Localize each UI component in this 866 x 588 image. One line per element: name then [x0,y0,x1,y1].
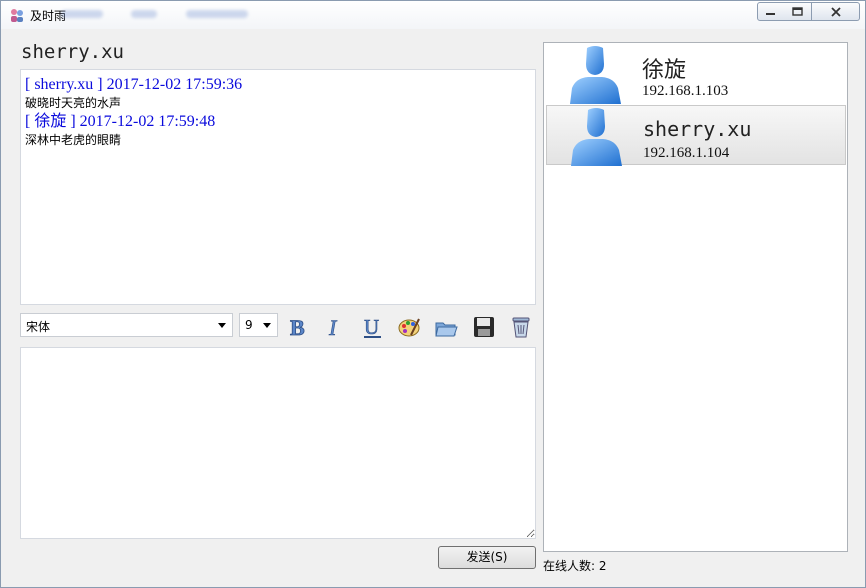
save-button[interactable] [471,314,497,340]
close-icon [830,6,841,17]
send-button[interactable]: 发送(S) [438,546,536,569]
message: [ sherry.xu ] 2017-12-02 17:59:36 破晓时天亮的… [25,75,531,112]
app-icon [11,9,23,22]
format-toolbar: 宋体 9 B I U [20,311,536,341]
message-body: 破晓时天亮的水声 [25,96,122,110]
open-file-button[interactable] [433,314,459,340]
message-body: 深林中老虎的眼睛 [25,133,122,147]
svg-text:B: B [290,315,305,339]
chevron-down-icon [218,323,226,328]
message-header: [ sherry.xu ] 2017-12-02 17:59:36 [25,76,243,93]
bold-icon: B [290,315,306,339]
chat-peer-title: sherry.xu [21,41,124,63]
svg-text:I: I [328,315,338,339]
minimize-icon [766,12,775,15]
italic-button[interactable]: I [323,314,349,340]
bold-button[interactable]: B [286,314,312,340]
user-avatar-icon [571,108,622,166]
chevron-down-icon [263,323,271,328]
message-header: [ 徐旋 ] 2017-12-02 17:59:48 [25,113,216,130]
message: [ 徐旋 ] 2017-12-02 17:59:48 深林中老虎的眼睛 [25,112,531,149]
restore-icon [792,7,803,16]
clear-button[interactable] [508,314,534,340]
message-input[interactable] [20,347,536,539]
maximize-button[interactable] [784,2,812,21]
color-palette-icon [398,318,420,337]
svg-text:U: U [364,315,379,339]
user-list-item[interactable]: 徐旋 192.168.1.103 [546,44,846,104]
underline-icon: U [364,315,381,339]
message-history[interactable]: [ sherry.xu ] 2017-12-02 17:59:36 破晓时天亮的… [20,69,536,305]
blurred-menu-item [61,10,103,18]
open-folder-icon [435,322,458,337]
title-bar: 及时雨 [1,1,865,29]
color-button[interactable] [396,314,422,340]
user-list-item-selected[interactable]: sherry.xu 192.168.1.104 [546,105,846,166]
close-button[interactable] [812,2,860,21]
user-name: sherry.xu [643,117,752,141]
user-list[interactable]: 徐旋 192.168.1.103 sherry.xu 192.168.1.104 [543,42,848,552]
font-family-value: 宋体 [26,320,51,334]
font-size-select[interactable]: 9 [239,313,278,337]
clear-trash-icon [512,317,530,338]
chat-window: 及时雨 sherry.xu [ sherry.xu ] 2017-12-02 1… [0,0,866,588]
underline-button[interactable]: U [360,314,386,340]
user-avatar-icon [570,46,621,104]
font-size-value: 9 [245,318,253,332]
user-ip: 192.168.1.104 [643,145,730,161]
blurred-menu-item [131,10,157,18]
online-count: 在线人数: 2 [543,559,607,573]
save-icon [474,317,494,337]
user-ip: 192.168.1.103 [642,83,729,99]
user-name: 徐旋 [642,58,687,83]
italic-icon: I [328,315,339,339]
minimize-button[interactable] [757,2,785,21]
font-family-select[interactable]: 宋体 [20,313,233,337]
blurred-menu-item [186,10,248,18]
